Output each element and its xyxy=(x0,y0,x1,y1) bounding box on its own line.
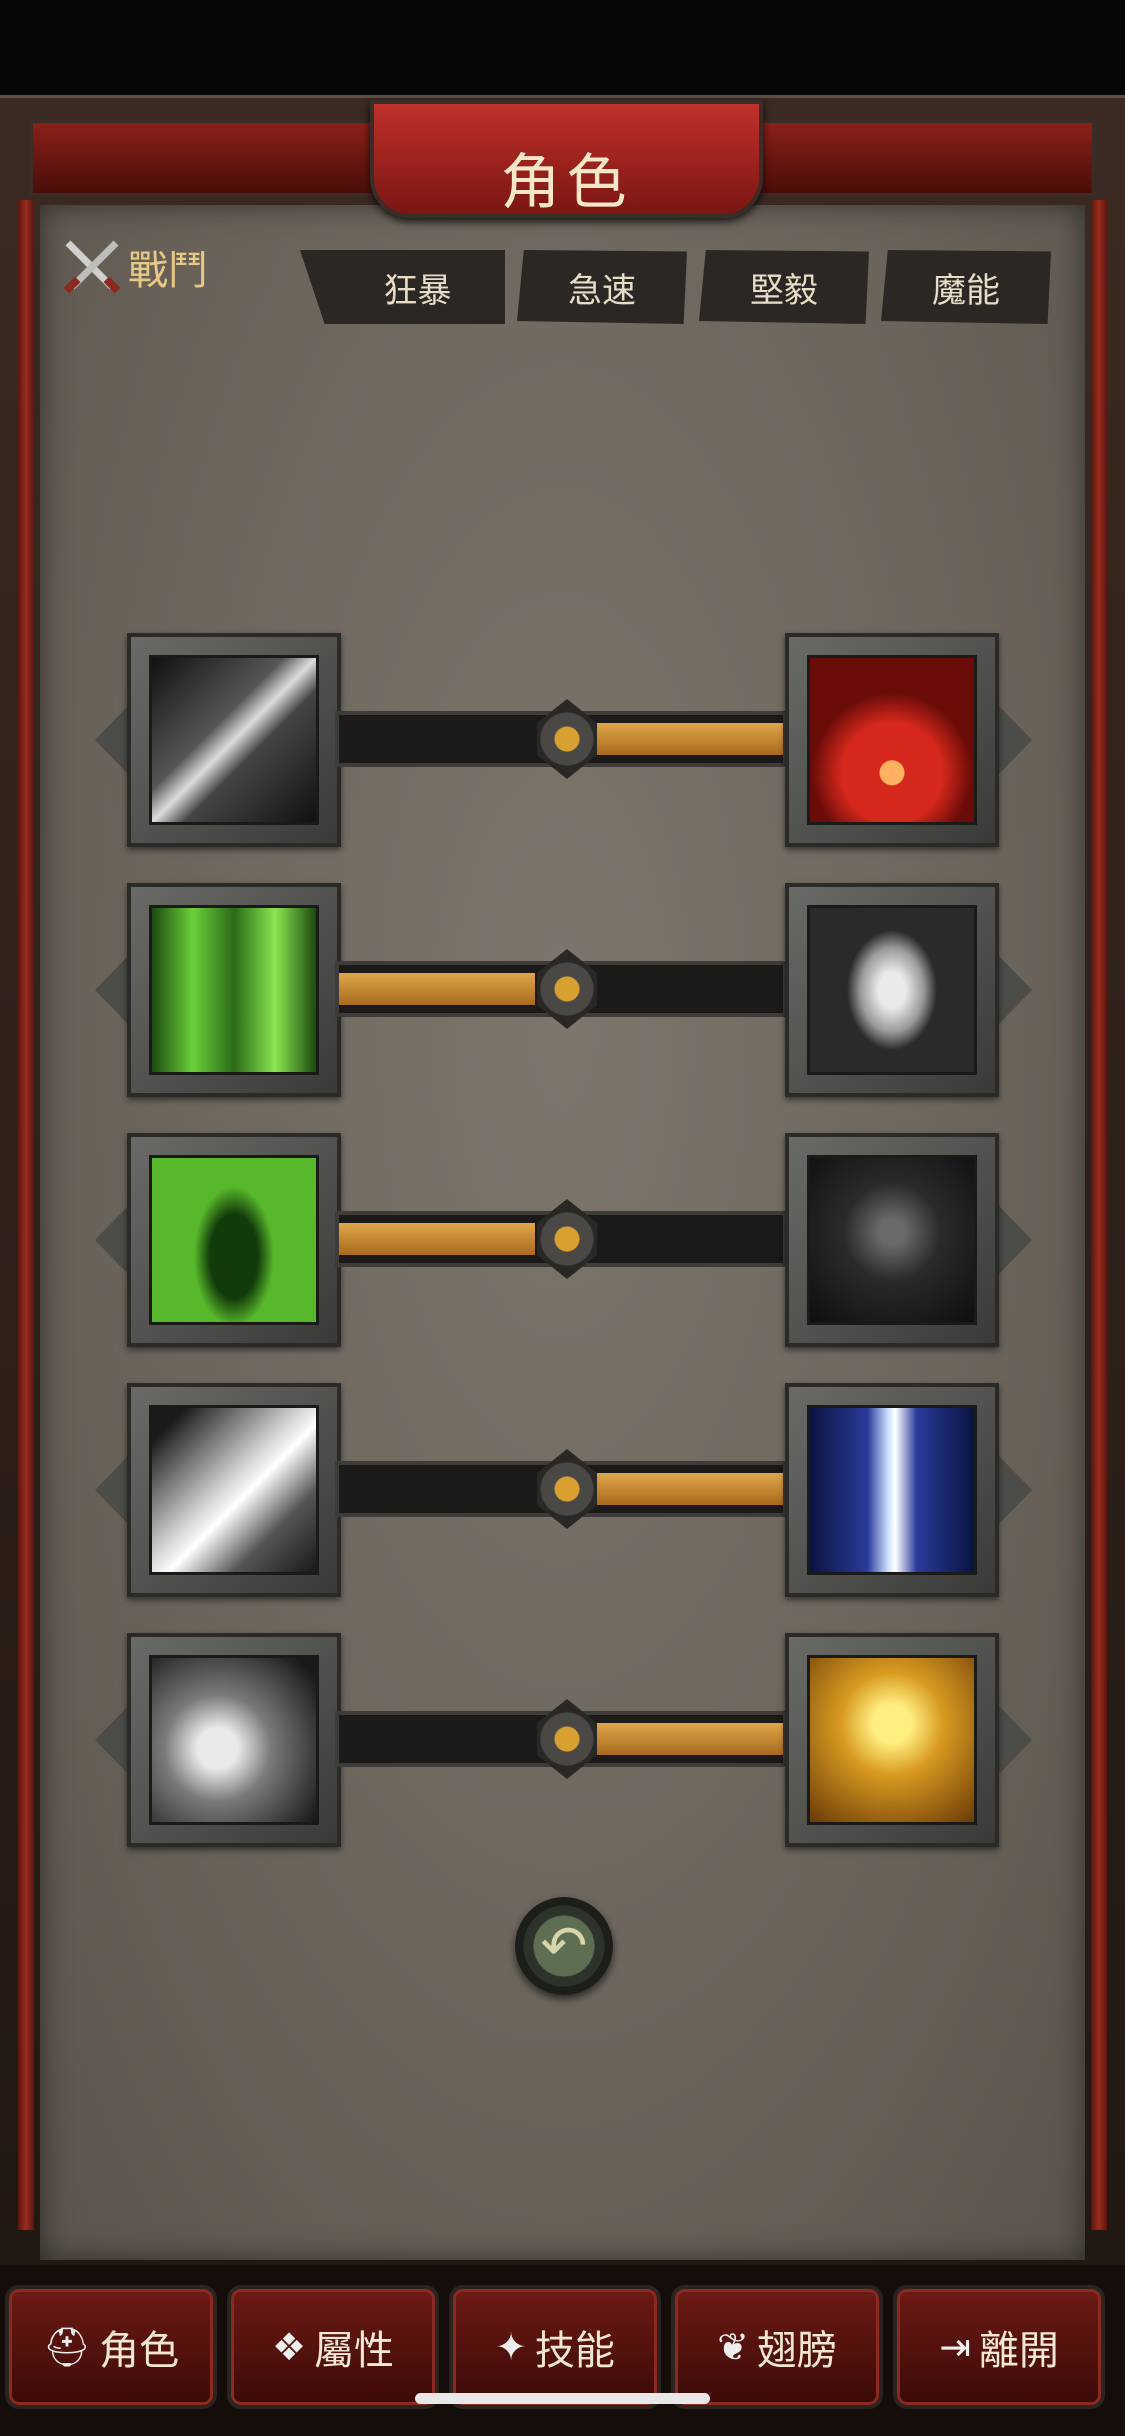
nav-label: 離開 xyxy=(978,2328,1059,2374)
slider-fill xyxy=(587,723,783,755)
frame-border-left xyxy=(18,200,34,2230)
healing-hand-skill-icon xyxy=(149,905,319,1075)
slider-fill xyxy=(339,973,535,1005)
section-label: 戰鬥 xyxy=(60,237,208,297)
hammer-swing-skill-icon xyxy=(149,1655,319,1825)
slider-handle[interactable] xyxy=(537,1699,597,1779)
right-arrow-icon xyxy=(998,705,1032,775)
attributes-icon: ❖ xyxy=(271,2325,307,2369)
skill-row xyxy=(95,1133,1032,1353)
right-arrow-icon xyxy=(998,1705,1032,1775)
nav-label: 翅膀 xyxy=(756,2328,837,2374)
tab-berserk[interactable]: 狂暴 xyxy=(300,250,505,324)
left-arrow-icon xyxy=(95,955,129,1025)
berserker-skill-icon xyxy=(807,1655,977,1825)
skill-row xyxy=(95,1383,1032,1603)
helmet-icon: ⛑ xyxy=(42,2324,92,2369)
skill-slot-left[interactable] xyxy=(127,1633,341,1847)
left-arrow-icon xyxy=(95,1455,129,1525)
skill-slot-left[interactable] xyxy=(127,1133,341,1347)
lightning-strike-skill-icon xyxy=(807,1405,977,1575)
undo-arrow-icon: ↶ xyxy=(540,1913,588,1979)
tab-magic[interactable]: 魔能 xyxy=(881,250,1051,324)
wings-icon: ❦ xyxy=(717,2325,749,2369)
skill-row xyxy=(95,883,1032,1103)
right-arrow-icon xyxy=(998,1205,1032,1275)
skill-balance-slider[interactable] xyxy=(335,1699,787,1779)
section-label-text: 戰鬥 xyxy=(128,248,208,294)
regeneration-skill-icon xyxy=(149,1155,319,1325)
sword-skill-icon xyxy=(149,655,319,825)
slider-fill xyxy=(339,1223,535,1255)
nav-skills-button[interactable]: ✦ 技能 xyxy=(449,2285,661,2409)
reset-button[interactable]: ↶ xyxy=(515,1897,613,1995)
slider-fill xyxy=(587,1723,783,1755)
skills-icon: ✦ xyxy=(495,2325,527,2369)
skill-row xyxy=(95,633,1032,853)
slider-handle[interactable] xyxy=(537,1449,597,1529)
skill-balance-slider[interactable] xyxy=(335,949,787,1029)
tab-haste[interactable]: 急速 xyxy=(517,250,687,324)
home-indicator xyxy=(415,2393,710,2404)
left-arrow-icon xyxy=(95,1705,129,1775)
nav-exit-button[interactable]: ⇥ 離開 xyxy=(893,2285,1105,2409)
dark-knight-skill-icon xyxy=(807,1155,977,1325)
skill-slot-right[interactable] xyxy=(785,1383,999,1597)
nav-label: 屬性 xyxy=(314,2328,395,2374)
right-arrow-icon xyxy=(998,1455,1032,1525)
left-arrow-icon xyxy=(95,1205,129,1275)
skill-balance-slider[interactable] xyxy=(335,699,787,779)
nav-label: 技能 xyxy=(534,2328,615,2374)
tab-fortitude[interactable]: 堅毅 xyxy=(699,250,869,324)
page-title: 角色 xyxy=(500,148,633,218)
title-banner: 角色 xyxy=(370,100,763,218)
right-arrow-icon xyxy=(998,955,1032,1025)
nav-character-button[interactable]: ⛑ 角色 xyxy=(5,2285,217,2409)
slider-handle[interactable] xyxy=(537,949,597,1029)
left-arrow-icon xyxy=(95,705,129,775)
crossed-swords-icon xyxy=(60,235,124,299)
skill-row xyxy=(95,1633,1032,1853)
crystal-shard-skill-icon xyxy=(149,1405,319,1575)
skill-balance-slider[interactable] xyxy=(335,1199,787,1279)
skill-slot-left[interactable] xyxy=(127,1383,341,1597)
nav-attributes-button[interactable]: ❖ 屬性 xyxy=(227,2285,439,2409)
nav-wings-button[interactable]: ❦ 翅膀 xyxy=(671,2285,883,2409)
demon-rage-skill-icon xyxy=(807,655,977,825)
frame-border-right xyxy=(1091,200,1107,2230)
skill-balance-slider[interactable] xyxy=(335,1449,787,1529)
skill-slot-right[interactable] xyxy=(785,633,999,847)
skill-slot-left[interactable] xyxy=(127,633,341,847)
skill-slot-left[interactable] xyxy=(127,883,341,1097)
nav-label: 角色 xyxy=(99,2328,180,2374)
slider-handle[interactable] xyxy=(537,699,597,779)
talent-tabs: 狂暴 急速 堅毅 魔能 xyxy=(300,250,1051,324)
slider-fill xyxy=(587,1473,783,1505)
skill-slot-right[interactable] xyxy=(785,1133,999,1347)
bottom-nav: ⛑ 角色 ❖ 屬性 ✦ 技能 ❦ 翅膀 ⇥ 離開 xyxy=(5,2285,1105,2409)
shield-egg-skill-icon xyxy=(807,905,977,1075)
skill-slot-right[interactable] xyxy=(785,883,999,1097)
skill-slot-right[interactable] xyxy=(785,1633,999,1847)
exit-icon: ⇥ xyxy=(939,2325,971,2369)
slider-handle[interactable] xyxy=(537,1199,597,1279)
